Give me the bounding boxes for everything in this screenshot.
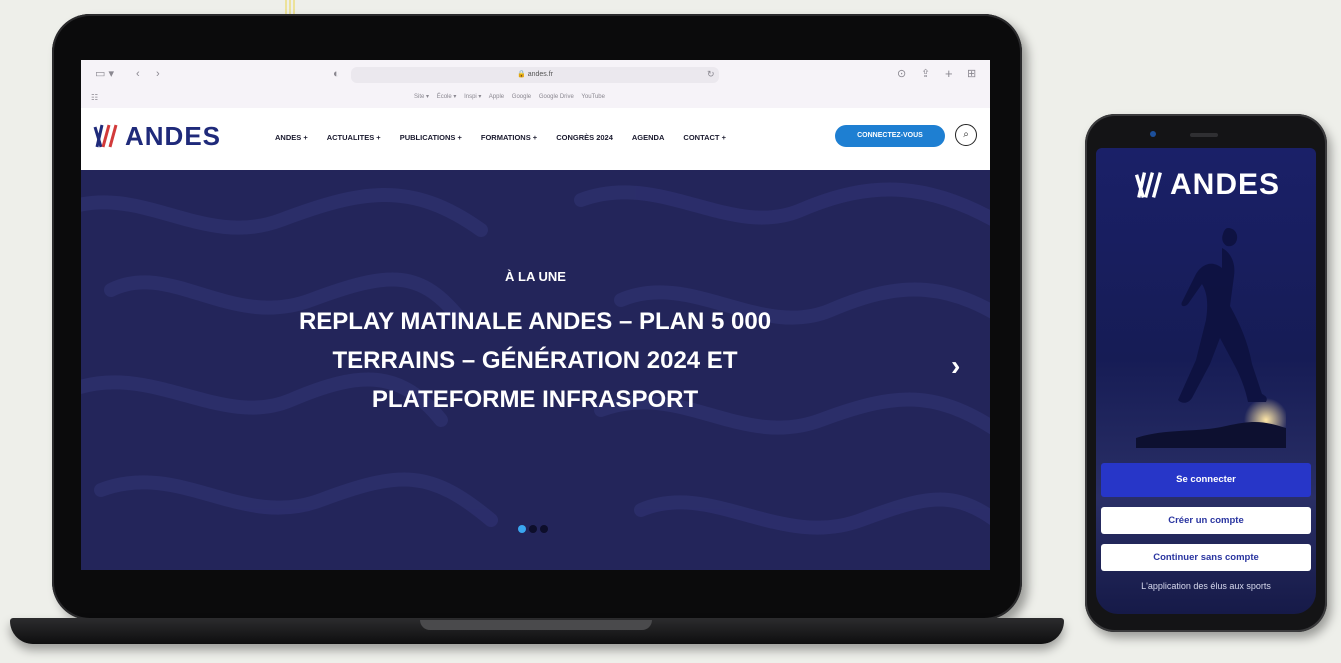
back-icon[interactable]: ‹ — [136, 69, 140, 80]
continue-without-account-button[interactable]: Continuer sans compte — [1101, 544, 1311, 571]
connect-button[interactable]: CONNECTEZ-VOUS — [835, 125, 945, 147]
hill-shape — [1136, 421, 1286, 448]
login-button[interactable]: Se connecter — [1101, 463, 1311, 497]
bookmark-item[interactable]: École ▾ — [437, 94, 457, 100]
hero-carousel: À LA UNE REPLAY MATINALE ANDES – PLAN 5 … — [81, 170, 990, 570]
url-text: andes.fr — [527, 71, 553, 78]
decorative-lines — [285, 0, 295, 14]
menu-item-contact[interactable]: CONTACT + — [683, 133, 726, 142]
hero-kicker: À LA UNE — [505, 269, 566, 284]
new-tab-icon[interactable]: + — [945, 67, 953, 80]
bookmark-item[interactable]: Inspi ▾ — [464, 94, 481, 100]
bookmarks-grid-icon[interactable]: ☷ — [91, 92, 98, 103]
app-tagline: L'application des élus aux sports — [1141, 581, 1271, 591]
carousel-next-icon[interactable]: › — [951, 350, 960, 382]
laptop-notch — [420, 620, 652, 630]
address-bar[interactable]: 🔒 andes.fr — [351, 67, 719, 83]
runner-silhouette — [1136, 228, 1286, 448]
menu-item-actualites[interactable]: ACTUALITES + — [327, 133, 381, 142]
laptop-screen: ▭ ▾ ‹ › ◐ 🔒 andes.fr ↻ ⊙ ⇪ + ⊞ ☷ Site ▾ … — [81, 60, 990, 570]
search-icon[interactable]: ⌕ — [955, 124, 977, 146]
privacy-icon[interactable]: ◐ — [333, 69, 340, 80]
reload-icon[interactable]: ↻ — [707, 69, 715, 80]
menu-item-publications[interactable]: PUBLICATIONS + — [400, 133, 462, 142]
sidebar-toggle-icon[interactable]: ▭ ▾ — [95, 69, 114, 80]
menu-item-andes[interactable]: ANDES + — [275, 133, 308, 142]
bookmark-item[interactable]: YouTube — [581, 94, 605, 100]
app-logo-mark-icon — [1134, 172, 1162, 198]
hero-headline[interactable]: REPLAY MATINALE ANDES – PLAN 5 000 TERRA… — [285, 302, 785, 419]
bookmark-item[interactable]: Site ▾ — [414, 94, 429, 100]
carousel-dot[interactable] — [540, 525, 548, 533]
menu-item-congres[interactable]: CONGRÈS 2024 — [556, 133, 613, 142]
logo-text: ANDES — [125, 120, 222, 151]
carousel-dot[interactable] — [529, 525, 537, 533]
phone-speaker — [1190, 133, 1218, 137]
logo-mark-icon — [93, 124, 118, 148]
runner-figure — [1178, 228, 1267, 403]
bookmarks-bar: Site ▾ École ▾ Inspi ▾ Apple Google Goog… — [414, 93, 611, 100]
andes-logo[interactable]: ANDES — [91, 120, 221, 152]
download-icon[interactable]: ⊙ — [897, 69, 906, 80]
carousel-dot[interactable] — [518, 525, 526, 533]
bookmark-item[interactable]: Apple — [489, 94, 504, 100]
menu-item-formations[interactable]: FORMATIONS + — [481, 133, 537, 142]
phone-screen: ANDES Se connecter Créer un compte Conti… — [1096, 148, 1316, 614]
menu-item-agenda[interactable]: AGENDA — [632, 133, 665, 142]
main-menu: ANDES + ACTUALITES + PUBLICATIONS + FORM… — [275, 133, 745, 142]
tab-overview-icon[interactable]: ⊞ — [967, 69, 976, 80]
forward-icon[interactable]: › — [156, 69, 160, 80]
browser-toolbar: ▭ ▾ ‹ › ◐ 🔒 andes.fr ↻ ⊙ ⇪ + ⊞ ☷ Site ▾ … — [81, 60, 990, 109]
share-icon[interactable]: ⇪ — [921, 69, 930, 80]
create-account-button[interactable]: Créer un compte — [1101, 507, 1311, 534]
app-logo: ANDES — [1132, 168, 1280, 202]
bookmark-item[interactable]: Google — [512, 94, 531, 100]
bookmark-item[interactable]: Google Drive — [539, 94, 574, 100]
app-logo-text: ANDES — [1170, 168, 1281, 201]
site-header: ANDES ANDES + ACTUALITES + PUBLICATIONS … — [81, 108, 990, 170]
carousel-dots — [518, 525, 548, 533]
phone-camera — [1150, 131, 1156, 137]
